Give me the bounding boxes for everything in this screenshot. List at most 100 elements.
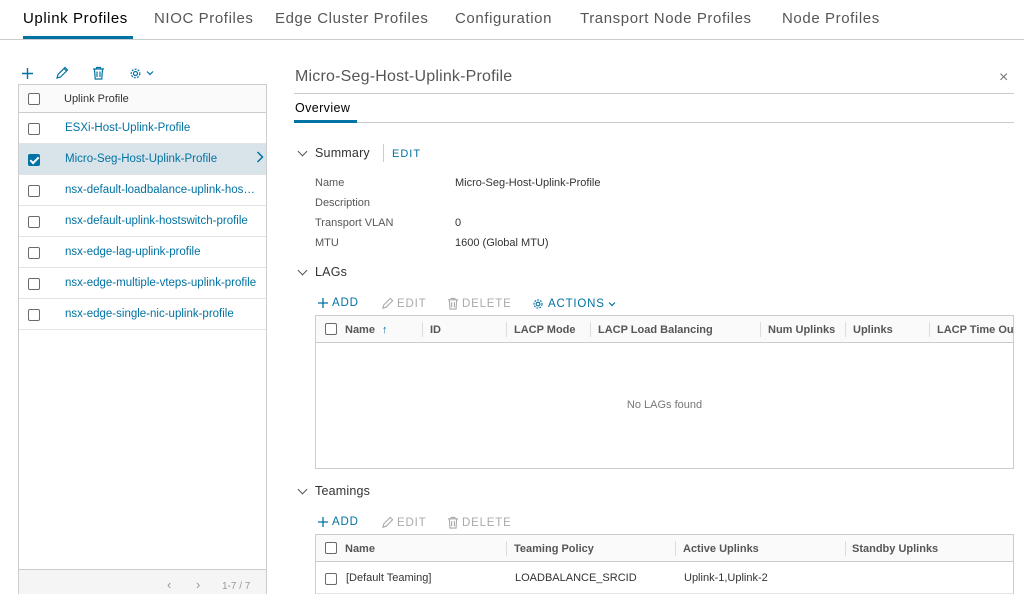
- pager-next-button[interactable]: ›: [196, 577, 200, 592]
- column-divider[interactable]: [845, 541, 846, 556]
- add-icon[interactable]: [19, 64, 35, 82]
- column-divider[interactable]: [506, 322, 507, 337]
- teamings-section-title[interactable]: Teamings: [315, 484, 370, 498]
- row-checkbox[interactable]: [28, 247, 40, 259]
- lags-grid-header: Name ↑ ID LACP Mode LACP Load Balancing …: [316, 316, 1013, 343]
- pencil-icon: [382, 297, 394, 309]
- chevron-down-icon[interactable]: [297, 265, 308, 276]
- teamings-select-all-checkbox[interactable]: [325, 542, 337, 554]
- column-header-standby-uplinks[interactable]: Standby Uplinks: [852, 543, 938, 555]
- row-checkbox-checked[interactable]: [28, 154, 40, 166]
- teamings-add-button[interactable]: ADD: [317, 516, 359, 528]
- lags-add-button[interactable]: ADD: [317, 297, 359, 309]
- column-divider[interactable]: [675, 541, 676, 556]
- lags-delete-label: DELETE: [462, 297, 512, 310]
- select-all-checkbox[interactable]: [28, 93, 40, 105]
- gear-icon: [533, 299, 543, 309]
- lags-actions-menu[interactable]: ACTIONS: [531, 297, 616, 311]
- column-header-name[interactable]: Name: [345, 324, 375, 336]
- tab-transport-node-profiles[interactable]: Transport Node Profiles: [580, 10, 752, 27]
- tab-node-profiles[interactable]: Node Profiles: [782, 10, 880, 27]
- lags-select-all-checkbox[interactable]: [325, 323, 337, 335]
- column-divider[interactable]: [845, 322, 846, 337]
- column-header-uplinks[interactable]: Uplinks: [853, 324, 893, 336]
- tab-nioc-profiles[interactable]: NIOC Profiles: [154, 10, 254, 27]
- column-header-lacp-load-balancing[interactable]: LACP Load Balancing: [598, 324, 713, 336]
- field-value-transport-vlan: 0: [455, 217, 462, 229]
- pencil-icon: [382, 516, 394, 528]
- column-divider[interactable]: [590, 322, 591, 337]
- tab-overview[interactable]: Overview: [295, 101, 350, 115]
- active-subtab-indicator: [294, 120, 357, 123]
- profile-link[interactable]: nsx-edge-lag-uplink-profile: [65, 246, 201, 258]
- pencil-icon[interactable]: [54, 64, 70, 82]
- lags-section-title[interactable]: LAGs: [315, 265, 347, 279]
- divider: [294, 93, 1014, 94]
- list-item[interactable]: nsx-edge-multiple-vteps-uplink-profile: [19, 268, 266, 299]
- profile-link[interactable]: Micro-Seg-Host-Uplink-Profile: [65, 153, 217, 165]
- profile-link[interactable]: ESXi-Host-Uplink-Profile: [65, 122, 190, 134]
- teamings-add-label: ADD: [332, 516, 359, 528]
- column-divider[interactable]: [506, 541, 507, 556]
- list-item-selected[interactable]: Micro-Seg-Host-Uplink-Profile: [19, 144, 266, 175]
- row-checkbox[interactable]: [325, 573, 337, 585]
- column-header-lacp-mode[interactable]: LACP Mode: [514, 324, 576, 336]
- list-item[interactable]: nsx-edge-lag-uplink-profile: [19, 237, 266, 268]
- profile-link[interactable]: nsx-edge-multiple-vteps-uplink-profile: [65, 277, 256, 289]
- teaming-name: [Default Teaming]: [346, 572, 432, 584]
- teamings-grid-header: Name Teaming Policy Active Uplinks Stand…: [316, 535, 1013, 562]
- active-uplinks: Uplink-1,Uplink-2: [684, 572, 768, 584]
- column-header-id[interactable]: ID: [430, 324, 441, 336]
- column-header-lacp-time-out[interactable]: LACP Time Out: [937, 324, 1013, 336]
- row-checkbox[interactable]: [28, 185, 40, 197]
- list-item[interactable]: nsx-default-loadbalance-uplink-hostswitc…: [19, 175, 266, 206]
- field-label-mtu: MTU: [315, 237, 339, 249]
- column-header-num-uplinks[interactable]: Num Uplinks: [768, 324, 835, 336]
- table-row[interactable]: [Default Teaming] LOADBALANCE_SRCID Upli…: [316, 563, 1013, 594]
- divider: [383, 144, 384, 162]
- summary-section-title[interactable]: Summary: [315, 146, 370, 160]
- column-header-uplink-profile: Uplink Profile: [64, 93, 129, 105]
- teamings-grid: Name Teaming Policy Active Uplinks Stand…: [315, 534, 1014, 594]
- list-item[interactable]: ESXi-Host-Uplink-Profile: [19, 113, 266, 144]
- column-header-teaming-policy[interactable]: Teaming Policy: [514, 543, 594, 555]
- column-divider[interactable]: [760, 322, 761, 337]
- lags-add-label: ADD: [332, 297, 359, 309]
- chevron-down-icon[interactable]: [297, 146, 308, 157]
- column-divider[interactable]: [929, 322, 930, 337]
- tab-uplink-profiles[interactable]: Uplink Profiles: [23, 10, 128, 27]
- sort-ascending-icon[interactable]: ↑: [382, 324, 388, 336]
- row-checkbox[interactable]: [28, 278, 40, 290]
- teamings-edit-label: EDIT: [397, 516, 427, 529]
- summary-edit-button[interactable]: EDIT: [392, 148, 421, 160]
- lags-delete-button[interactable]: DELETE: [447, 297, 512, 310]
- profile-link[interactable]: nsx-default-uplink-hostswitch-profile: [65, 215, 248, 227]
- list-item[interactable]: nsx-default-uplink-hostswitch-profile: [19, 206, 266, 237]
- profile-link[interactable]: nsx-default-loadbalance-uplink-hostswitc…: [65, 184, 257, 196]
- column-divider[interactable]: [422, 322, 423, 337]
- row-checkbox[interactable]: [28, 123, 40, 135]
- profile-link[interactable]: nsx-edge-single-nic-uplink-profile: [65, 308, 234, 320]
- detail-title: Micro-Seg-Host-Uplink-Profile: [295, 68, 513, 85]
- field-label-transport-vlan: Transport VLAN: [315, 217, 394, 229]
- row-checkbox[interactable]: [28, 309, 40, 321]
- column-header-name[interactable]: Name: [345, 543, 375, 555]
- list-footer: ‹ › 1-7 / 7: [19, 569, 266, 594]
- gear-icon[interactable]: [126, 64, 156, 82]
- list-item[interactable]: nsx-edge-single-nic-uplink-profile: [19, 299, 266, 330]
- close-icon[interactable]: ×: [999, 69, 1008, 87]
- row-checkbox[interactable]: [28, 216, 40, 228]
- column-header-active-uplinks[interactable]: Active Uplinks: [683, 543, 759, 555]
- teamings-delete-label: DELETE: [462, 516, 512, 529]
- tab-edge-cluster-profiles[interactable]: Edge Cluster Profiles: [275, 10, 429, 27]
- tab-configuration[interactable]: Configuration: [455, 10, 552, 27]
- teamings-delete-button[interactable]: DELETE: [447, 516, 512, 529]
- pager-prev-button[interactable]: ‹: [167, 577, 171, 592]
- lags-grid: Name ↑ ID LACP Mode LACP Load Balancing …: [315, 315, 1014, 469]
- divider: [294, 122, 1014, 123]
- trash-icon[interactable]: [90, 64, 106, 82]
- chevron-down-icon[interactable]: [297, 484, 308, 495]
- chevron-down-icon: [608, 302, 616, 307]
- lags-edit-button[interactable]: EDIT: [381, 297, 426, 310]
- teamings-edit-button[interactable]: EDIT: [381, 516, 426, 529]
